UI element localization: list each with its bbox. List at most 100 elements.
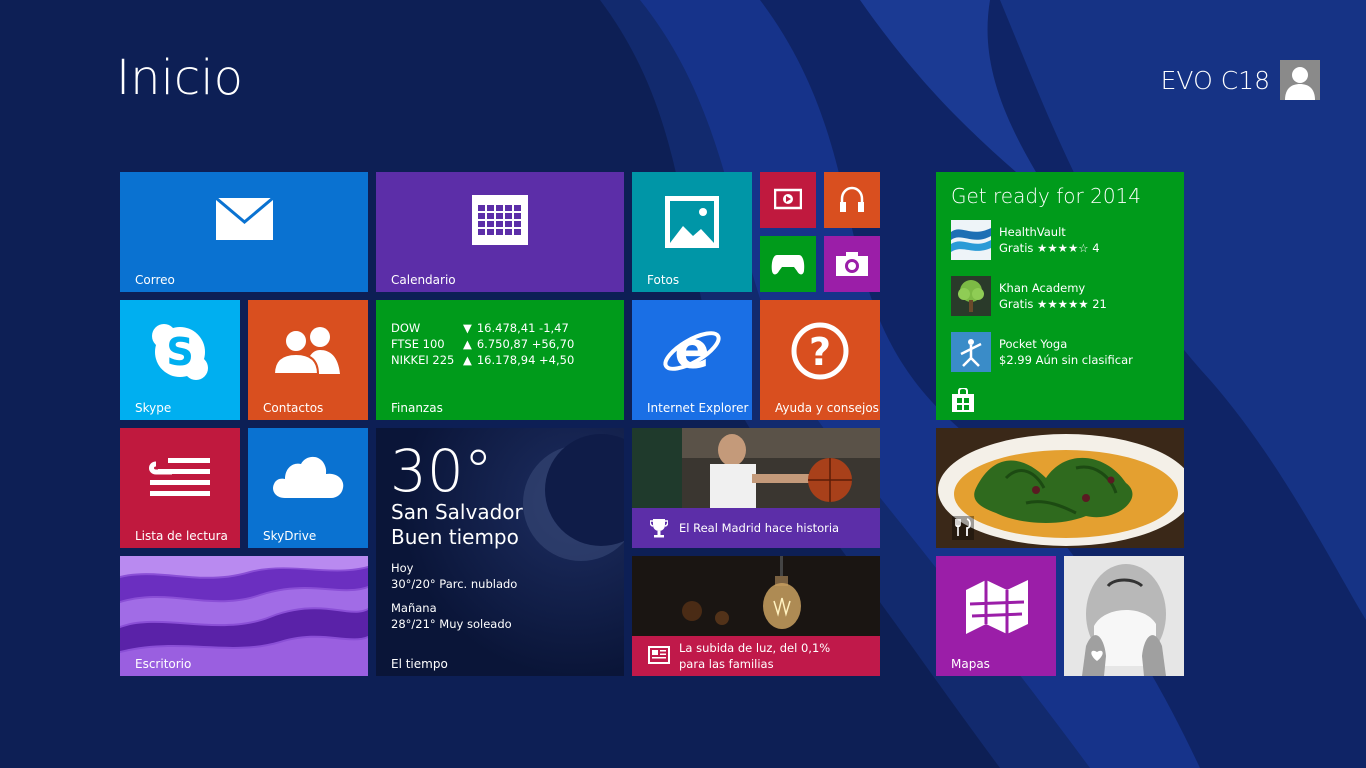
calendar-icon — [472, 195, 528, 245]
tile-skydrive[interactable]: SkyDrive — [248, 428, 368, 548]
healthvault-app-icon — [951, 220, 991, 260]
khan-academy-app-icon — [951, 276, 991, 316]
weather-city: San Salvador — [391, 500, 523, 524]
finance-index-name: NIKKEI 225 — [391, 353, 455, 367]
store-item-name: Pocket Yoga — [999, 337, 1068, 351]
internet-explorer-icon: e — [663, 321, 721, 381]
tile-mail[interactable]: Correo — [120, 172, 368, 292]
tile-finance[interactable]: DOW ▼ 16.478,41 -1,47 FTSE 100 ▲ 6.750,87 … — [376, 300, 624, 420]
headphones-icon — [840, 186, 864, 212]
store-item[interactable]: Pocket Yoga $2.99 Aún sin clasificar — [951, 332, 1171, 374]
sports-headline: El Real Madrid hace historia — [679, 521, 840, 535]
tile-label: Contactos — [263, 401, 324, 415]
reading-list-icon — [149, 458, 210, 496]
sports-photo — [632, 428, 880, 508]
trophy-icon — [650, 519, 668, 538]
down-arrow-icon: ▼ — [463, 321, 472, 335]
cloud-icon — [273, 456, 344, 498]
tile-camera[interactable] — [824, 236, 880, 292]
tile-desktop[interactable]: Escritorio — [120, 556, 368, 676]
forecast-today: 30°/20° Parc. nublado — [391, 577, 518, 591]
tile-label: Internet Explorer — [647, 401, 749, 415]
tile-label: Correo — [135, 273, 175, 287]
weather-temperature: 30° — [390, 437, 493, 505]
forecast-tomorrow: 28°/21° Muy soleado — [391, 617, 512, 631]
store-item-name: HealthVault — [999, 225, 1066, 239]
tile-label: El tiempo — [391, 657, 448, 671]
tile-store[interactable]: Get ready for 2014 HealthVault Gratis ★★… — [936, 172, 1184, 420]
finance-table: DOW ▼ 16.478,41 -1,47 FTSE 100 ▲ 6.750,87 … — [391, 320, 574, 368]
tile-help[interactable]: ? Ayuda y consejos — [760, 300, 880, 420]
tile-reading-list[interactable]: Lista de lectura — [120, 428, 240, 548]
tile-music[interactable] — [824, 172, 880, 228]
tile-health[interactable] — [1064, 556, 1184, 676]
store-item-name: Khan Academy — [999, 281, 1086, 295]
video-icon — [774, 188, 802, 210]
finance-row: FTSE 100 ▲ 6.750,87 +56,70 — [391, 336, 574, 352]
weather-forecast: Hoy 30°/20° Parc. nublado Mañana 28°/21°… — [391, 560, 517, 632]
tile-label: Fotos — [647, 273, 680, 287]
finance-row: NIKKEI 225 ▲ 16.178,94 +4,50 — [391, 352, 574, 368]
finance-index-name: DOW — [391, 321, 421, 335]
store-item-detail: Gratis ★★★★★ 21 — [999, 297, 1107, 311]
svg-text:e: e — [674, 321, 709, 381]
news-headline-line2: para las familias — [679, 657, 774, 671]
tile-label: Calendario — [391, 273, 456, 287]
finance-index-value: 16.478,41 -1,47 — [476, 321, 569, 335]
up-arrow-icon: ▲ — [463, 353, 472, 367]
weather-condition: Buen tiempo — [391, 525, 519, 549]
finance-row: DOW ▼ 16.478,41 -1,47 — [391, 320, 574, 336]
finance-index-value: 16.178,94 +4,50 — [476, 353, 575, 367]
tile-games[interactable] — [760, 236, 816, 292]
news-photo — [632, 556, 880, 636]
sports-headline-bar: El Real Madrid hace historia — [632, 508, 880, 548]
health-photo — [1064, 556, 1184, 676]
tile-label: Mapas — [951, 657, 990, 671]
tile-news[interactable]: La subida de luz, del 0,1% para las fami… — [632, 556, 880, 676]
store-item[interactable]: HealthVault Gratis ★★★★☆ 4 — [951, 220, 1171, 262]
health-icon — [1091, 650, 1103, 661]
pocket-yoga-app-icon — [951, 332, 991, 372]
finance-index-name: FTSE 100 — [391, 337, 445, 351]
tile-sports[interactable]: El Real Madrid hace historia — [632, 428, 880, 548]
tile-food[interactable] — [936, 428, 1184, 548]
up-arrow-icon: ▲ — [463, 337, 472, 351]
tile-maps[interactable]: Mapas — [936, 556, 1056, 676]
help-icon: ? — [791, 322, 849, 380]
finance-index-value: 6.750,87 +56,70 — [476, 337, 575, 351]
gamepad-icon — [771, 255, 805, 275]
mail-icon — [216, 198, 273, 240]
fork-knife-icon — [952, 516, 974, 540]
tile-label: Escritorio — [135, 657, 192, 671]
user-avatar-icon[interactable] — [1280, 60, 1320, 100]
tile-label: Skype — [135, 401, 172, 415]
store-item-detail: Gratis ★★★★☆ 4 — [999, 241, 1100, 255]
map-icon — [966, 580, 1028, 634]
tile-label: Lista de lectura — [135, 529, 228, 543]
tile-skype[interactable]: S Skype — [120, 300, 240, 420]
tile-label: Finanzas — [391, 401, 443, 415]
user-account[interactable]: EVO C18 — [1160, 60, 1320, 100]
tile-label: Ayuda y consejos — [775, 401, 879, 415]
tile-photos[interactable]: Fotos — [632, 172, 752, 292]
page-title: Inicio — [116, 50, 244, 106]
news-headline-line1: La subida de luz, del 0,1% — [679, 641, 831, 655]
store-item-detail: $2.99 Aún sin clasificar — [999, 353, 1133, 367]
store-bag-icon — [952, 388, 974, 412]
news-headline-bar: La subida de luz, del 0,1% para las fami… — [632, 636, 880, 676]
camera-icon — [836, 252, 868, 276]
people-icon — [274, 327, 340, 374]
forecast-tomorrow-label: Mañana — [391, 601, 437, 615]
svg-text:?: ? — [809, 330, 831, 374]
store-item[interactable]: Khan Academy Gratis ★★★★★ 21 — [951, 276, 1171, 318]
tile-internet-explorer[interactable]: e Internet Explorer — [632, 300, 752, 420]
newspaper-icon — [648, 646, 670, 664]
forecast-today-label: Hoy — [391, 561, 414, 575]
svg-text:S: S — [166, 330, 193, 374]
tile-video[interactable] — [760, 172, 816, 228]
tile-weather[interactable]: 30° San Salvador Buen tiempo Hoy 30°/20°… — [376, 428, 624, 676]
tile-people[interactable]: Contactos — [248, 300, 368, 420]
store-title: Get ready for 2014 — [951, 184, 1141, 208]
skype-icon: S — [152, 324, 208, 380]
tile-calendar[interactable]: Calendario — [376, 172, 624, 292]
